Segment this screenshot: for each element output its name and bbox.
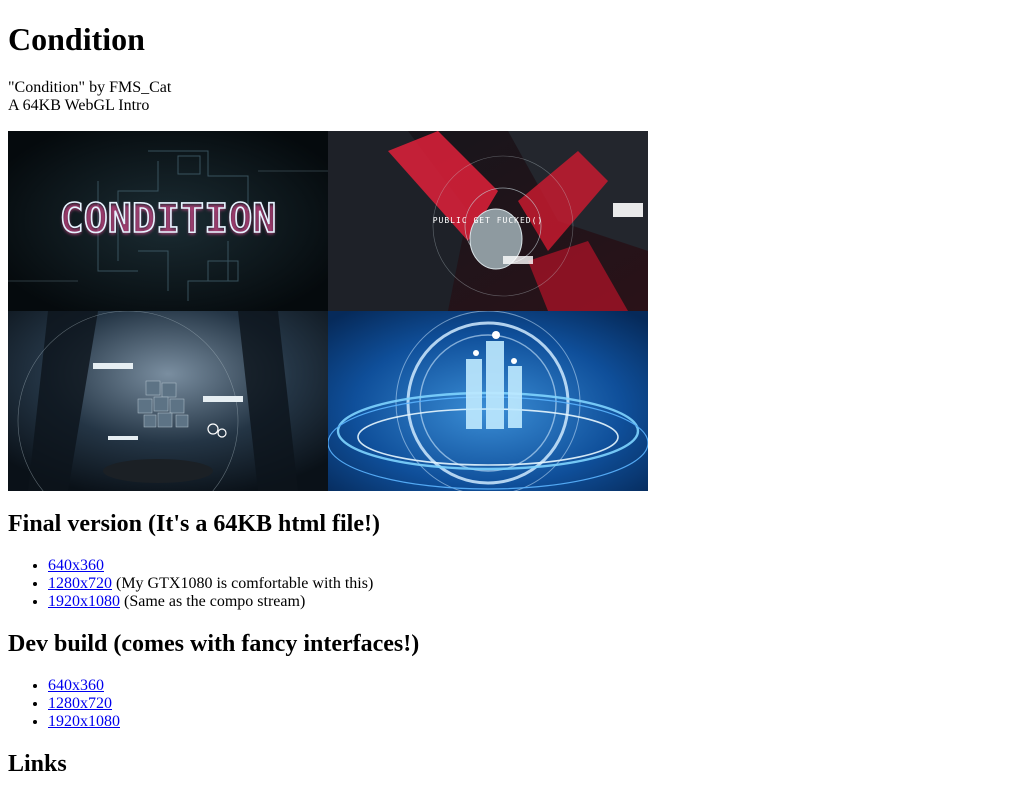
list-item: 1280x720 (My GTX1080 is comfortable with…	[48, 575, 1016, 593]
byline: "Condition" by FMS_Cat	[8, 79, 172, 96]
screenshot-grid: CONDITION CONDITION PUBLIC GET FUCKED()	[8, 131, 648, 491]
final-1280x720-link[interactable]: 1280x720	[48, 575, 112, 592]
dev-1920x1080-link[interactable]: 1920x1080	[48, 713, 120, 730]
screenshot-title-card: CONDITION CONDITION	[8, 131, 328, 311]
page-body: Condition "Condition" by FMS_Cat A 64KB …	[0, 21, 1024, 778]
list-item: 640x360	[48, 557, 1016, 575]
title-card-image: CONDITION CONDITION	[8, 131, 328, 311]
dev-build-list: 640x360 1280x720 1920x1080	[8, 677, 1016, 731]
screenshot-cube-cluster	[8, 311, 328, 491]
final-1920x1080-note: (Same as the compo stream)	[120, 593, 306, 610]
list-item: 1920x1080	[48, 713, 1016, 731]
links-heading: Links	[8, 751, 67, 777]
page-title: Condition	[8, 21, 145, 57]
dev-build-heading: Dev build (comes with fancy interfaces!)	[8, 631, 420, 657]
cube-cluster-image	[8, 311, 328, 491]
blue-rings-image	[328, 311, 648, 491]
list-item: 640x360	[48, 677, 1016, 695]
red-corridor-image: PUBLIC GET FUCKED()	[328, 131, 648, 311]
title-card-text-main: CONDITION	[60, 196, 277, 242]
dev-640x360-link[interactable]: 640x360	[48, 677, 104, 694]
final-version-list: 640x360 1280x720 (My GTX1080 is comforta…	[8, 557, 1016, 611]
hud-text: PUBLIC GET FUCKED()	[433, 216, 544, 225]
subtitle: A 64KB WebGL Intro	[8, 97, 150, 114]
list-item: 1280x720	[48, 695, 1016, 713]
screenshot-red-corridor: PUBLIC GET FUCKED()	[328, 131, 648, 311]
final-1920x1080-link[interactable]: 1920x1080	[48, 593, 120, 610]
final-version-heading: Final version (It's a 64KB html file!)	[8, 511, 380, 537]
intro-meta: "Condition" by FMS_Cat A 64KB WebGL Intr…	[8, 79, 1016, 115]
final-1280x720-note: (My GTX1080 is comfortable with this)	[112, 575, 374, 592]
screenshot-blue-rings	[328, 311, 648, 491]
dev-1280x720-link[interactable]: 1280x720	[48, 695, 112, 712]
final-640x360-link[interactable]: 640x360	[48, 557, 104, 574]
list-item: 1920x1080 (Same as the compo stream)	[48, 593, 1016, 611]
